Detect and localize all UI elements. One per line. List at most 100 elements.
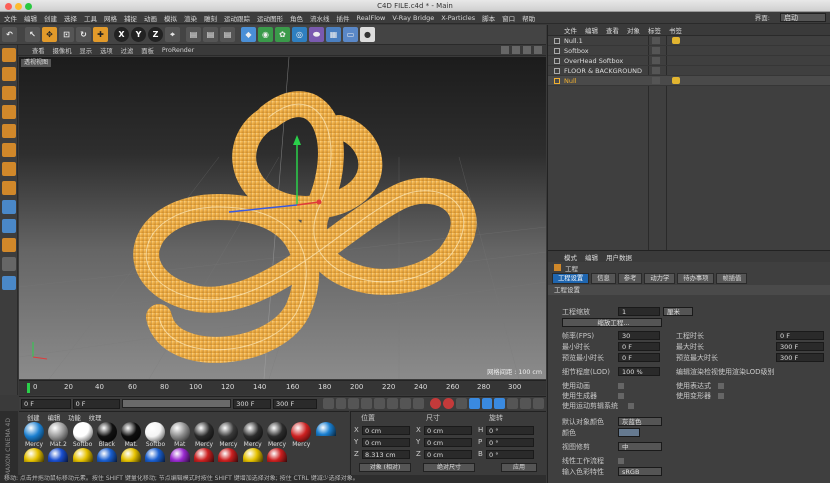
zoom-icon[interactable] (512, 46, 520, 54)
size-y-field[interactable]: 0 cm (424, 437, 472, 447)
pos-y-field[interactable]: 0 cm (362, 437, 410, 447)
menu-tools[interactable]: 工具 (84, 13, 97, 23)
array-icon[interactable]: ◎ (292, 27, 307, 42)
obj-menu-bookmarks[interactable]: 书签 (669, 25, 682, 35)
layout-icon[interactable] (2, 257, 16, 271)
autokey-icon[interactable] (442, 398, 454, 409)
motion-system-checkbox[interactable] (628, 403, 634, 409)
material-swatch[interactable] (143, 448, 167, 462)
obj-menu-edit[interactable]: 编辑 (585, 25, 598, 35)
rot-h-field[interactable]: 0 ° (486, 425, 534, 435)
loop-icon[interactable] (412, 398, 424, 409)
material-swatch[interactable]: Mercy (22, 422, 46, 448)
cube-icon[interactable]: ◆ (241, 27, 256, 42)
material-swatch[interactable]: Mercy (192, 422, 216, 448)
unit-dropdown[interactable]: 厘米 (663, 307, 693, 316)
default-color-dropdown[interactable]: 灰蓝色 (618, 417, 662, 426)
visibility-toggle[interactable] (652, 67, 660, 74)
object-row-softbox[interactable]: Softbox (548, 46, 830, 56)
material-swatch[interactable] (46, 448, 70, 462)
object-row-overhead-softbox[interactable]: OverHead Softbox (548, 56, 830, 66)
scale-field[interactable]: 1 (618, 307, 660, 316)
z-axis-icon[interactable]: Z (148, 27, 163, 42)
keyframe-selection-icon[interactable] (455, 398, 467, 409)
scale-icon[interactable]: ⊡ (59, 27, 74, 42)
menu-select[interactable]: 选择 (64, 13, 77, 23)
key-position-icon[interactable] (468, 398, 480, 409)
material-swatch[interactable]: Mercy (265, 422, 289, 448)
pos-x-field[interactable]: 0 cm (362, 425, 410, 435)
texture-mode-icon[interactable] (2, 86, 16, 100)
minimize-window-button[interactable] (15, 3, 22, 10)
range-slider[interactable] (122, 399, 232, 408)
size-z-field[interactable]: 0 cm (424, 449, 472, 459)
scale-project-button[interactable]: 缩放工程... (562, 318, 662, 327)
object-row-null[interactable]: Null (548, 76, 830, 86)
material-swatch[interactable]: Mercy (216, 422, 240, 448)
tab-todo[interactable]: 待办事项 (677, 273, 715, 284)
pos-z-field[interactable]: 8.313 cm (362, 449, 410, 459)
mat-menu-texture[interactable]: 纹理 (89, 413, 102, 422)
undo-icon[interactable]: ↶ (2, 27, 17, 42)
trefoil-knot-object[interactable] (133, 91, 477, 363)
mat-menu-create[interactable]: 创建 (27, 413, 40, 422)
end-frame-field[interactable]: 300 F (233, 398, 271, 409)
key-rotation-icon[interactable] (481, 398, 493, 409)
vp-menu-panel[interactable]: 面板 (141, 46, 154, 55)
color-swatch[interactable] (618, 428, 640, 437)
tab-reference[interactable]: 参考 (617, 273, 643, 284)
timeline-ruler[interactable]: 0 20 40 60 80 100 120 140 160 180 200 22… (19, 380, 546, 395)
points-mode-icon[interactable] (2, 124, 16, 138)
menu-realflow[interactable]: RealFlow (357, 14, 386, 22)
start-frame-field[interactable]: 0 F (72, 398, 121, 409)
tab-dynamics[interactable]: 动力学 (644, 273, 676, 284)
playhead[interactable] (27, 383, 30, 393)
model-mode-icon[interactable] (2, 67, 16, 81)
next-frame-icon[interactable] (374, 398, 386, 409)
prev-key-icon[interactable] (335, 398, 347, 409)
attr-menu-mode[interactable]: 模式 (564, 252, 577, 262)
timeline-menu-icon[interactable] (533, 398, 545, 409)
menu-pipeline[interactable]: 流水线 (310, 13, 330, 23)
input-color-dropdown[interactable]: sRGB (618, 467, 662, 476)
menu-motion-tracking[interactable]: 运动跟踪 (224, 13, 250, 23)
subdivision-icon[interactable]: ✿ (275, 27, 290, 42)
attr-menu-edit[interactable]: 编辑 (585, 252, 598, 262)
menu-plugins[interactable]: 插件 (337, 13, 350, 23)
size-x-field[interactable]: 0 cm (424, 425, 472, 435)
play-icon[interactable] (361, 398, 373, 409)
menu-character[interactable]: 角色 (290, 13, 303, 23)
object-row-floor-background[interactable]: FLOOR & BACKGROUND (548, 66, 830, 76)
menu-help[interactable]: 帮助 (522, 13, 535, 23)
prev-frame-icon[interactable] (348, 398, 360, 409)
lod-field[interactable]: 100 % (618, 367, 660, 376)
current-frame-field[interactable]: 0 F (21, 398, 71, 409)
material-swatch[interactable] (192, 448, 216, 462)
material-swatch[interactable]: Mat.2 (46, 422, 70, 448)
material-swatch[interactable] (216, 448, 240, 462)
material-swatch[interactable]: Mat (168, 422, 192, 448)
tab-project-settings[interactable]: 工程设置 (552, 273, 590, 284)
polygons-mode-icon[interactable] (2, 162, 16, 176)
fps-field[interactable]: 30 (618, 331, 660, 340)
tab-interpolation[interactable]: 帧插值 (716, 273, 748, 284)
goto-end-icon[interactable] (400, 398, 411, 409)
tab-info[interactable]: 信息 (591, 273, 616, 284)
visibility-toggle[interactable] (652, 57, 660, 64)
menu-mograph[interactable]: 运动图形 (257, 13, 283, 23)
x-axis-icon[interactable]: X (114, 27, 129, 42)
snap-icon[interactable] (2, 219, 16, 233)
vp-menu-display[interactable]: 显示 (79, 46, 92, 55)
tweak-mode-icon[interactable] (2, 200, 16, 214)
light-icon[interactable]: ● (360, 27, 375, 42)
menu-create[interactable]: 创建 (44, 13, 57, 23)
material-swatch[interactable]: Black (95, 422, 119, 448)
key-scale-icon[interactable] (494, 398, 506, 409)
linear-workflow-checkbox[interactable] (618, 458, 624, 464)
menu-file[interactable]: 文件 (4, 13, 17, 23)
render-view-icon[interactable]: ▤ (186, 27, 201, 42)
attr-menu-userdata[interactable]: 用户数据 (606, 252, 632, 262)
mat-menu-edit[interactable]: 编辑 (48, 413, 61, 422)
menu-xparticles[interactable]: X-Particles (441, 14, 475, 22)
view-clipping-dropdown[interactable]: 中 (618, 442, 662, 451)
